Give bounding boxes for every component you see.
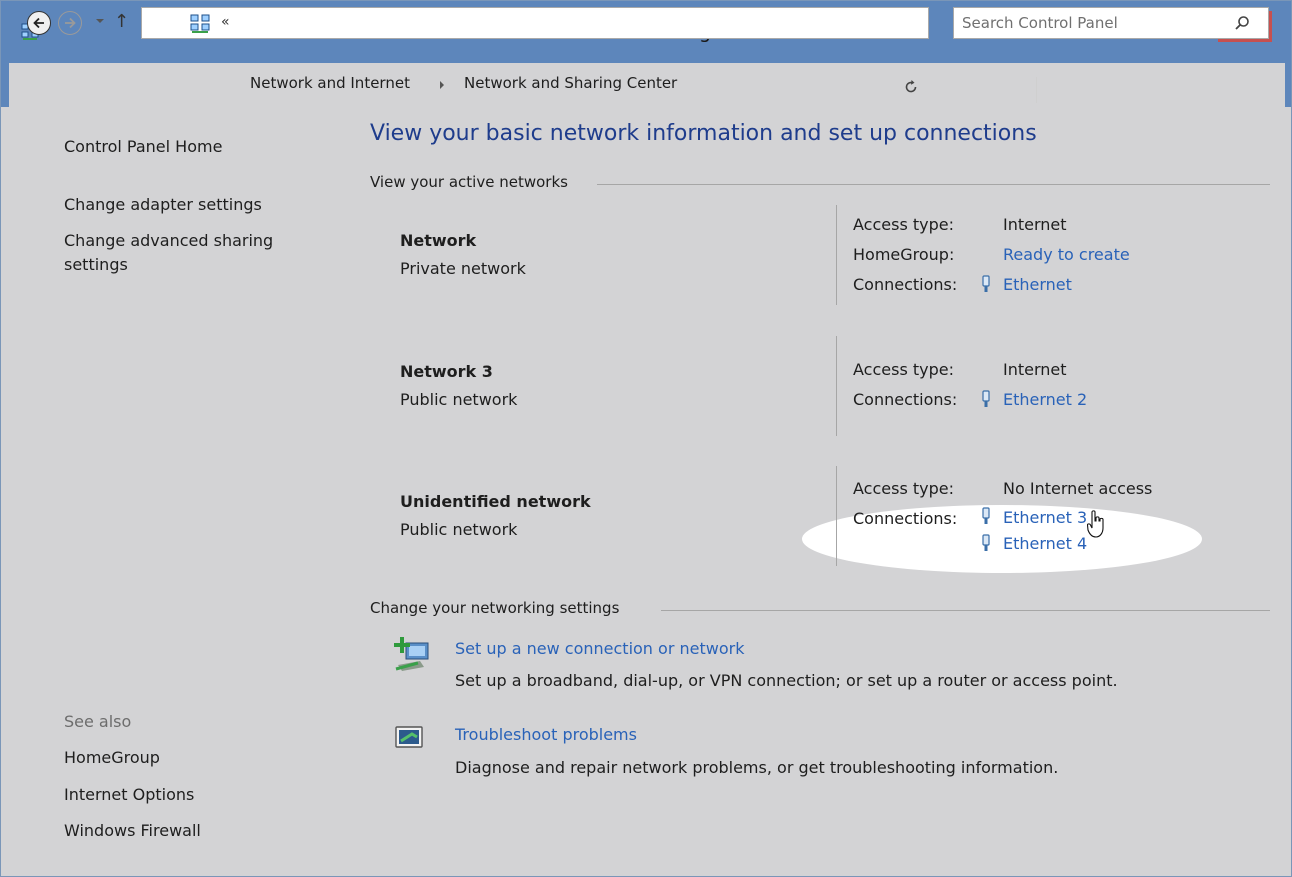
address-bar[interactable]: « (141, 7, 1024, 39)
network-1-ethernet-link[interactable]: Ethernet (1003, 275, 1072, 294)
network-2-ethernet-link[interactable]: Ethernet 2 (1003, 390, 1087, 409)
network-3-ethernet-4-link[interactable]: Ethernet 4 (1003, 534, 1087, 553)
see-also-label: See also (64, 712, 132, 731)
network-2-access-type-value: Internet (1003, 360, 1067, 379)
network-3-divider (836, 466, 837, 566)
active-networks-label: View your active networks (370, 173, 568, 191)
active-networks-rule (597, 184, 1270, 185)
ethernet-icon (982, 507, 990, 524)
forward-arrow-icon (65, 17, 76, 29)
network-2-category[interactable]: Public network (400, 390, 517, 409)
network-1-access-type-value: Internet (1003, 215, 1067, 234)
ethernet-icon (982, 534, 990, 551)
network-2-access-type-label: Access type: (853, 360, 954, 379)
search-box[interactable] (953, 7, 1269, 39)
sidebar-change-advanced-sharing-settings-line2[interactable]: settings (64, 255, 128, 274)
network-2-connections-label: Connections: (853, 390, 958, 409)
sidebar-change-advanced-sharing-settings[interactable]: Change advanced sharing (64, 231, 273, 250)
refresh-icon[interactable] (903, 79, 919, 95)
sidebar-control-panel-home[interactable]: Control Panel Home (64, 137, 222, 156)
network-1-name: Network (400, 231, 477, 250)
network-1-category[interactable]: Private network (400, 259, 526, 278)
ethernet-icon (982, 275, 990, 292)
page-title: View your basic network information and … (370, 121, 1037, 146)
address-divider (1036, 77, 1037, 103)
network-1-homegroup-link[interactable]: Ready to create (1003, 245, 1130, 264)
breadcrumb-chevron-right-icon[interactable] (438, 80, 446, 90)
network-3-ethernet-3-link[interactable]: Ethernet 3 (1003, 508, 1087, 527)
see-also-internet-options[interactable]: Internet Options (64, 785, 194, 804)
network-center-address-icon (190, 14, 210, 33)
search-input[interactable] (962, 12, 1222, 34)
troubleshoot-icon (395, 726, 423, 748)
network-1-divider (836, 205, 837, 305)
network-2-name: Network 3 (400, 362, 493, 381)
network-3-category[interactable]: Public network (400, 520, 517, 539)
setup-new-connection-link[interactable]: Set up a new connection or network (455, 639, 744, 658)
network-1-homegroup-label: HomeGroup: (853, 245, 955, 264)
content-area: Control Panel Home Change adapter settin… (9, 107, 1285, 870)
network-sharing-center-window: Network and Sharing Center ↑ « Netw (0, 0, 1292, 877)
back-arrow-icon (33, 17, 44, 29)
breadcrumb-overflow-icon[interactable]: « (221, 14, 230, 30)
troubleshoot-problems-link[interactable]: Troubleshoot problems (455, 725, 637, 744)
see-also-homegroup[interactable]: HomeGroup (64, 748, 160, 767)
new-connection-icon (394, 637, 429, 671)
see-also-windows-firewall[interactable]: Windows Firewall (64, 821, 201, 840)
search-icon[interactable] (1234, 15, 1250, 31)
setup-new-connection-description: Set up a broadband, dial-up, or VPN conn… (455, 671, 1118, 690)
mouse-cursor-icon (1087, 510, 1104, 538)
network-3-name: Unidentified network (400, 492, 591, 511)
breadcrumb-network-and-sharing-center[interactable]: Network and Sharing Center (464, 74, 677, 92)
up-arrow-icon[interactable]: ↑ (114, 12, 129, 32)
network-3-connections-label: Connections: (853, 509, 958, 528)
change-settings-rule (661, 610, 1270, 611)
network-3-access-type-label: Access type: (853, 479, 954, 498)
network-2-divider (836, 336, 837, 436)
change-settings-label: Change your networking settings (370, 599, 620, 617)
forward-button[interactable] (58, 11, 82, 35)
breadcrumb-network-and-internet[interactable]: Network and Internet (250, 74, 410, 92)
sidebar-change-adapter-settings[interactable]: Change adapter settings (64, 195, 262, 214)
network-1-connections-label: Connections: (853, 275, 958, 294)
network-3-access-type-value: No Internet access (1003, 479, 1153, 498)
recent-locations-chevron-icon[interactable] (95, 17, 105, 25)
ethernet-icon (982, 390, 990, 407)
network-1-access-type-label: Access type: (853, 215, 954, 234)
troubleshoot-problems-description: Diagnose and repair network problems, or… (455, 758, 1059, 777)
back-button[interactable] (27, 11, 51, 35)
